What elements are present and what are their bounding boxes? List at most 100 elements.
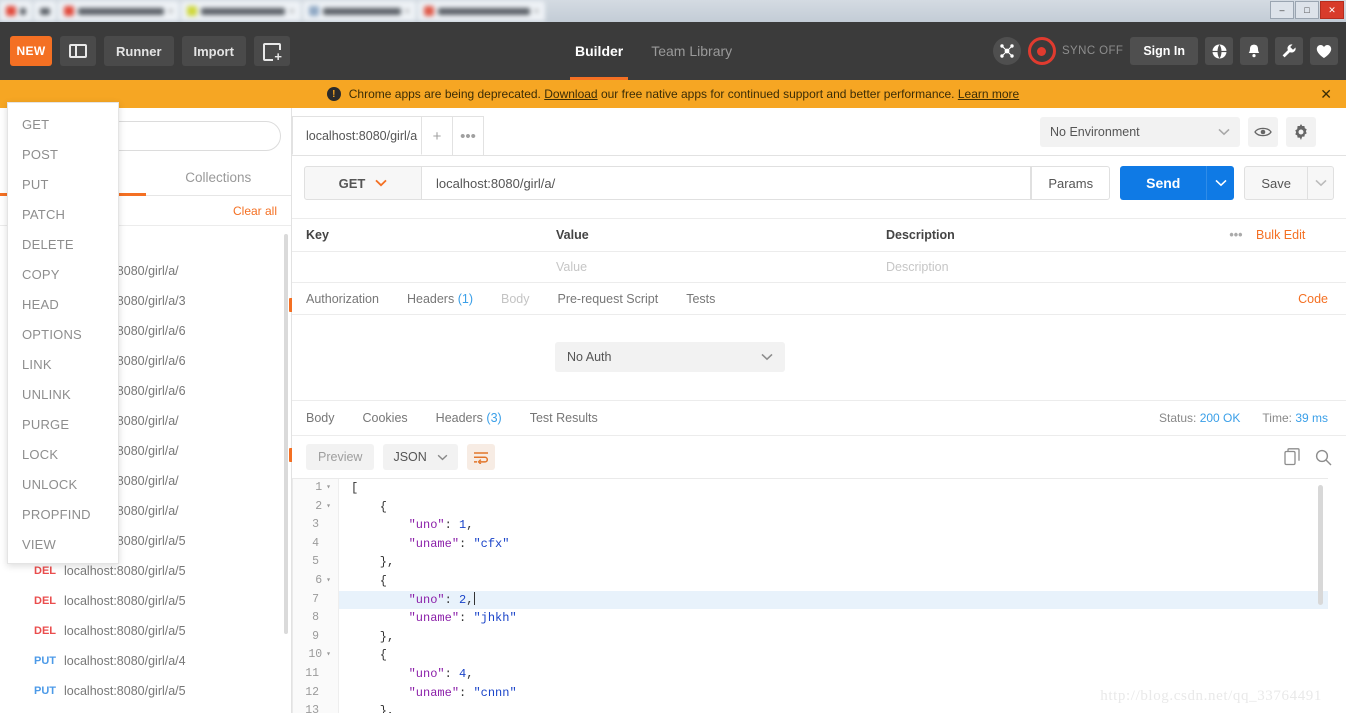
method-menu-item-link[interactable]: LINK [8, 349, 118, 379]
method-menu-item-purge[interactable]: PURGE [8, 409, 118, 439]
save-button[interactable]: Save [1244, 166, 1308, 200]
fold-icon[interactable]: ▾ [326, 572, 331, 591]
fold-icon[interactable]: ▾ [326, 646, 331, 665]
send-options-button[interactable] [1206, 166, 1234, 200]
sidebar-tab-collections[interactable]: Collections [146, 161, 292, 195]
method-menu-item-options[interactable]: OPTIONS [8, 319, 118, 349]
browser-tab[interactable] [34, 1, 56, 21]
kv-input-value[interactable]: Value [542, 260, 872, 274]
browser-tab[interactable] [0, 1, 32, 21]
chevron-down-icon [761, 353, 773, 361]
send-button[interactable]: Send [1120, 166, 1206, 200]
heart-icon[interactable] [1310, 37, 1338, 65]
response-tab-test-results[interactable]: Test Results [530, 411, 598, 425]
code-line: 4 "uname": "cfx" [293, 535, 1328, 554]
banner-close-button[interactable]: ✕ [1320, 86, 1332, 103]
tab-pre-request-script[interactable]: Pre-request Script [557, 292, 658, 306]
browser-tab[interactable]: × [58, 1, 179, 21]
browser-tab[interactable]: × [181, 1, 300, 21]
new-window-button[interactable] [254, 36, 290, 66]
method-menu-item-unlock[interactable]: UNLOCK [8, 469, 118, 499]
url-input[interactable] [422, 166, 1031, 200]
nav-builder[interactable]: Builder [575, 22, 623, 80]
word-wrap-button[interactable] [467, 444, 495, 470]
history-item[interactable]: DELlocalhost:8080/girl/a/5 [0, 586, 291, 616]
copy-icon[interactable] [1284, 448, 1301, 466]
kv-options-icon[interactable]: ••• [1216, 228, 1256, 242]
time-label: Time: [1262, 411, 1292, 425]
method-menu-item-post[interactable]: POST [8, 139, 118, 169]
wrench-icon[interactable] [1275, 37, 1303, 65]
environment-settings-button[interactable] [1286, 117, 1316, 147]
search-icon[interactable] [1315, 449, 1332, 466]
kv-table-row[interactable]: Key Value Description [292, 252, 1346, 283]
code-text: "uname": "cnnn" [339, 684, 517, 703]
fold-icon[interactable]: ▾ [326, 498, 331, 517]
sync-status[interactable]: SYNC OFF [1028, 37, 1123, 65]
bulk-edit-button[interactable]: Bulk Edit [1256, 228, 1346, 242]
response-preview-button[interactable]: Preview [306, 444, 374, 470]
method-menu-item-head[interactable]: HEAD [8, 289, 118, 319]
history-item[interactable]: PUTlocalhost:8080/girl/a/5 [0, 676, 291, 706]
close-window-button[interactable]: ✕ [1320, 1, 1344, 19]
runner-button[interactable]: Runner [104, 36, 174, 66]
new-button[interactable]: NEW [10, 36, 52, 66]
code-text: "uname": "cfx" [339, 535, 509, 554]
tab-headers-label: Headers [407, 292, 454, 306]
method-menu-item-propfind[interactable]: PROPFIND [8, 499, 118, 529]
bell-icon[interactable] [1240, 37, 1268, 65]
minimize-button[interactable]: – [1270, 1, 1294, 19]
response-tab-headers[interactable]: Headers (3) [436, 411, 502, 425]
window-controls[interactable]: – □ ✕ [1270, 1, 1344, 19]
method-menu-item-view[interactable]: VIEW [8, 529, 118, 559]
method-menu-item-patch[interactable]: PATCH [8, 199, 118, 229]
save-options-button[interactable] [1308, 166, 1334, 200]
fold-icon[interactable]: ▾ [326, 479, 331, 498]
banner-download-link[interactable]: Download [544, 87, 597, 101]
response-tab-cookies[interactable]: Cookies [363, 411, 408, 425]
environment-select[interactable]: No Environment [1040, 117, 1240, 147]
history-item[interactable]: PUTlocalhost:8080/girl/a/4 [0, 646, 291, 676]
method-menu-item-unlink[interactable]: UNLINK [8, 379, 118, 409]
browser-tab[interactable]: × [303, 1, 416, 21]
nav-team-library[interactable]: Team Library [651, 22, 732, 80]
tab-body[interactable]: Body [501, 292, 530, 306]
tab-authorization[interactable]: Authorization [306, 292, 379, 306]
sign-in-button[interactable]: Sign In [1130, 37, 1198, 65]
code-text: "uno": 2, [339, 591, 475, 610]
method-dropdown-menu[interactable]: GETPOSTPUTPATCHDELETECOPYHEADOPTIONSLINK… [7, 102, 119, 564]
kv-input-description[interactable]: Description [872, 260, 1216, 274]
clear-all-button[interactable]: Clear all [233, 204, 277, 218]
response-body-viewer[interactable]: 1▾[2▾ {3 "uno": 1,4 "uname": "cfx"5 },6▾… [292, 478, 1328, 713]
import-button[interactable]: Import [182, 36, 246, 66]
method-menu-item-put[interactable]: PUT [8, 169, 118, 199]
response-format-select[interactable]: JSON [383, 444, 457, 470]
add-tab-button[interactable]: + [422, 116, 453, 155]
method-menu-item-get[interactable]: GET [8, 109, 118, 139]
auth-type-select[interactable]: No Auth [555, 342, 785, 372]
history-item[interactable]: DELlocalhost:8080/girl/a/5 [0, 616, 291, 646]
tab-headers[interactable]: Headers (1) [407, 292, 473, 306]
globe-icon[interactable] [1205, 37, 1233, 65]
environment-quick-look-button[interactable] [1248, 117, 1278, 147]
params-button[interactable]: Params [1031, 166, 1110, 200]
code-link[interactable]: Code [1298, 292, 1328, 306]
history-item-method: PUT [20, 655, 56, 667]
share-icon[interactable] [993, 37, 1021, 65]
method-select[interactable]: GET [304, 166, 422, 200]
tab-options-button[interactable]: ••• [453, 116, 484, 155]
method-menu-item-copy[interactable]: COPY [8, 259, 118, 289]
history-scrollbar[interactable] [284, 234, 288, 634]
banner-learn-more-link[interactable]: Learn more [958, 87, 1019, 101]
sidebar-toggle-button[interactable] [60, 36, 96, 66]
code-text: "uno": 1, [339, 516, 473, 535]
request-tab[interactable]: localhost:8080/girl/a [292, 116, 422, 155]
browser-tab-strip[interactable]: × × × × [0, 0, 547, 22]
tab-tests[interactable]: Tests [686, 292, 715, 306]
maximize-button[interactable]: □ [1295, 1, 1319, 19]
browser-tab[interactable]: × [418, 1, 545, 21]
method-menu-item-lock[interactable]: LOCK [8, 439, 118, 469]
response-body-scrollbar[interactable] [1318, 485, 1323, 605]
method-menu-item-delete[interactable]: DELETE [8, 229, 118, 259]
response-tab-body[interactable]: Body [306, 411, 335, 425]
